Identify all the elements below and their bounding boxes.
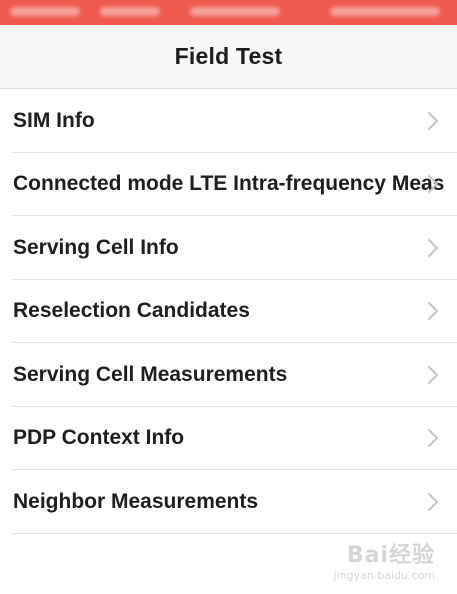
watermark: Bai经验 jingyan.baidu.com [333, 537, 435, 582]
chevron-right-icon [428, 302, 438, 321]
status-bar-blurred-center-left [100, 7, 160, 16]
chevron-right-icon [428, 365, 438, 384]
menu-item-label: Serving Cell Measurements [13, 362, 288, 386]
row-separator [13, 532, 457, 534]
menu-item-label: Serving Cell Info [13, 235, 179, 259]
chevron-right-icon [428, 492, 438, 511]
menu-item-neighbor-measurements[interactable]: Neighbor Measurements [0, 470, 457, 534]
status-bar-blurred-right [330, 7, 440, 16]
chevron-right-icon [428, 238, 438, 257]
watermark-url: jingyan.baidu.com [333, 569, 435, 582]
chevron-right-icon [428, 175, 438, 194]
menu-item-serving-cell-info[interactable]: Serving Cell Info [0, 216, 457, 280]
menu-item-serving-cell-measurements[interactable]: Serving Cell Measurements [0, 343, 457, 407]
menu-item-label: Reselection Candidates [13, 299, 250, 323]
status-bar-blurred-left [10, 7, 80, 16]
menu-item-label: PDP Context Info [13, 426, 185, 450]
navigation-bar: Field Test [0, 25, 457, 89]
menu-item-label: SIM Info [13, 108, 95, 132]
status-bar-blurred-center [190, 7, 280, 16]
menu-item-connected-mode-lte[interactable]: Connected mode LTE Intra-frequency Meas [0, 153, 457, 216]
menu-item-label: Neighbor Measurements [13, 489, 259, 513]
menu-item-reselection-candidates[interactable]: Reselection Candidates [0, 280, 457, 343]
menu-list: SIM Info Connected mode LTE Intra-freque… [0, 89, 457, 534]
field-test-screen: Field Test SIM Info Connected mode LTE I… [0, 0, 457, 594]
menu-item-sim-info[interactable]: SIM Info [0, 89, 457, 153]
page-title: Field Test [174, 43, 283, 69]
status-bar [0, 0, 457, 25]
chevron-right-icon [428, 429, 438, 448]
menu-item-pdp-context-info[interactable]: PDP Context Info [0, 407, 457, 470]
menu-item-label: Connected mode LTE Intra-frequency Meas [13, 172, 445, 196]
chevron-right-icon [428, 111, 438, 130]
watermark-logo: Bai经验 [346, 543, 435, 568]
